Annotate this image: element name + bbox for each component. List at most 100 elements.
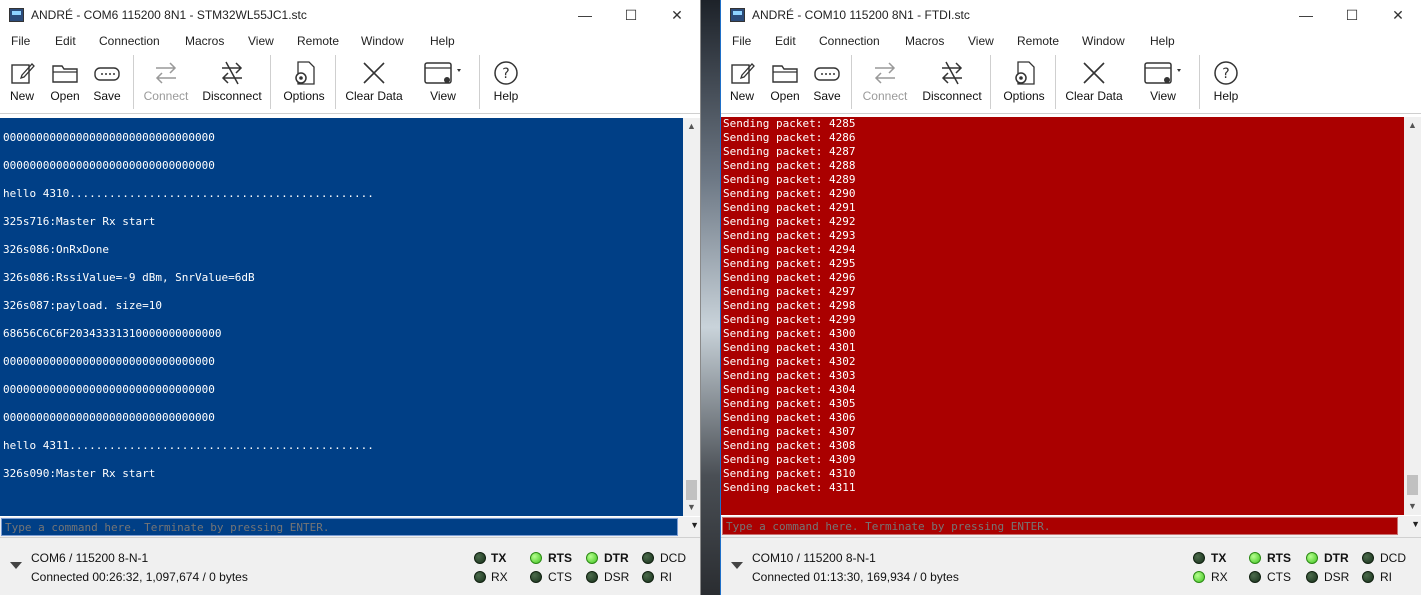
terminal-line: Sending packet: 4306 [723, 411, 856, 424]
terminal-line: 00000000000000000000000000000000 [3, 131, 215, 144]
command-history-dropdown-icon[interactable]: ▼ [690, 520, 699, 530]
options-button[interactable]: Options [280, 57, 328, 109]
menu-edit[interactable]: Edit [55, 34, 76, 48]
command-input[interactable] [722, 517, 1398, 535]
connect-button[interactable]: Connect [859, 57, 911, 109]
minimize-button[interactable]: — [1296, 5, 1316, 25]
clear-data-button[interactable]: Clear Data [344, 57, 404, 109]
menu-help[interactable]: Help [430, 34, 455, 48]
disconnect-label: Disconnect [202, 89, 262, 103]
terminal-output[interactable]: 00000000000000000000000000000000 00000000… [0, 118, 684, 516]
view-window-icon [1144, 62, 1181, 84]
status-expand-icon[interactable] [731, 562, 743, 569]
tx-label: TX [1211, 551, 1227, 565]
new-label: New [729, 89, 754, 103]
new-button[interactable]: New [726, 57, 758, 109]
view-label: View [430, 89, 456, 103]
open-button[interactable]: Open [47, 57, 83, 109]
menu-connection[interactable]: Connection [99, 34, 160, 48]
menu-view[interactable]: View [968, 34, 994, 48]
new-label: New [9, 89, 34, 103]
rts-led[interactable] [530, 552, 542, 564]
terminal-line: Sending packet: 4293 [723, 229, 856, 242]
menu-help[interactable]: Help [1150, 34, 1175, 48]
scroll-up-arrow-icon[interactable]: ▲ [683, 118, 700, 135]
title-bar[interactable]: ANDRÉ - COM10 115200 8N1 - FTDI.stc — ☐ … [721, 0, 1421, 31]
options-button[interactable]: Options [1000, 57, 1048, 109]
menu-macros[interactable]: Macros [185, 34, 224, 48]
new-button[interactable]: New [6, 57, 38, 109]
scrollbar-thumb[interactable] [686, 480, 697, 500]
scroll-down-arrow-icon[interactable]: ▼ [683, 499, 700, 516]
status-expand-icon[interactable] [10, 562, 22, 569]
desktop-background [701, 0, 720, 595]
menu-remote[interactable]: Remote [1017, 34, 1059, 48]
save-button[interactable]: Save [811, 57, 843, 109]
dcd-led [1362, 552, 1374, 564]
terminal-line: 00000000000000000000000000000000 [3, 383, 215, 396]
terminal-scrollbar[interactable]: ▲ ▼ [683, 118, 700, 516]
minimize-button[interactable]: — [575, 5, 595, 25]
dtr-label: DTR [1324, 551, 1349, 565]
dcd-led [642, 552, 654, 564]
rx-led [474, 571, 486, 583]
terminal-line: Sending packet: 4304 [723, 383, 856, 396]
menu-macros[interactable]: Macros [905, 34, 944, 48]
close-button[interactable]: ✕ [1388, 5, 1408, 25]
menu-remote[interactable]: Remote [297, 34, 339, 48]
maximize-button[interactable]: ☐ [621, 5, 641, 25]
terminal-line: 325s716:Master Rx start [3, 215, 156, 228]
terminal-window-com6: ANDRÉ - COM6 115200 8N1 - STM32WL55JC1.s… [0, 0, 701, 595]
help-button[interactable]: ? Help [490, 57, 522, 109]
help-button[interactable]: ? Help [1210, 57, 1242, 109]
dtr-label: DTR [604, 551, 629, 565]
terminal-line: Sending packet: 4307 [723, 425, 856, 438]
dsr-led [1306, 571, 1318, 583]
clear-data-button[interactable]: Clear Data [1064, 57, 1124, 109]
view-button[interactable]: View [420, 57, 466, 109]
status-bar: COM10 / 115200 8-N-1 Connected 01:13:30,… [721, 537, 1421, 595]
maximize-button[interactable]: ☐ [1342, 5, 1362, 25]
terminal-scrollbar[interactable]: ▲ ▼ [1404, 117, 1421, 515]
save-button[interactable]: Save [91, 57, 123, 109]
terminal-line: 326s086:OnRxDone [3, 243, 109, 256]
title-bar[interactable]: ANDRÉ - COM6 115200 8N1 - STM32WL55JC1.s… [0, 0, 700, 31]
terminal-line: Sending packet: 4309 [723, 453, 856, 466]
tx-led [1193, 552, 1205, 564]
options-gear-icon [1015, 61, 1035, 85]
menu-connection[interactable]: Connection [819, 34, 880, 48]
command-history-dropdown-icon[interactable]: ▼ [1411, 519, 1420, 529]
view-button[interactable]: View [1140, 57, 1186, 109]
scroll-down-arrow-icon[interactable]: ▼ [1404, 498, 1421, 515]
dtr-led[interactable] [1306, 552, 1318, 564]
terminal-line: Sending packet: 4305 [723, 397, 856, 410]
command-input[interactable] [1, 518, 678, 536]
menu-edit[interactable]: Edit [775, 34, 796, 48]
menu-file[interactable]: File [732, 34, 751, 48]
clear-x-icon [363, 62, 385, 84]
close-button[interactable]: ✕ [667, 5, 687, 25]
disconnect-button[interactable]: Disconnect [200, 57, 264, 109]
rts-led[interactable] [1249, 552, 1261, 564]
menu-window[interactable]: Window [361, 34, 404, 48]
disconnect-button[interactable]: Disconnect [920, 57, 984, 109]
menu-window[interactable]: Window [1082, 34, 1125, 48]
menu-file[interactable]: File [11, 34, 30, 48]
open-button[interactable]: Open [767, 57, 803, 109]
options-label: Options [283, 89, 325, 103]
terminal-output[interactable]: Sending packet: 4285 Sending packet: 4286… [721, 117, 1404, 515]
connect-button[interactable]: Connect [140, 57, 192, 109]
dtr-led[interactable] [586, 552, 598, 564]
clear-data-label: Clear Data [1065, 89, 1123, 103]
dsr-led [586, 571, 598, 583]
terminal-line: Sending packet: 4295 [723, 257, 856, 270]
menu-view[interactable]: View [248, 34, 274, 48]
cts-label: CTS [548, 570, 572, 584]
options-gear-icon [295, 61, 315, 85]
scrollbar-thumb[interactable] [1407, 475, 1418, 495]
scroll-up-arrow-icon[interactable]: ▲ [1404, 117, 1421, 134]
